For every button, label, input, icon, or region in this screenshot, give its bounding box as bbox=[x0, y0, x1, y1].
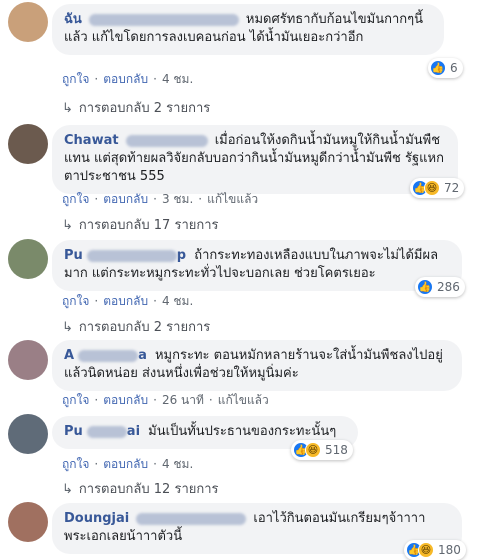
redacted-name bbox=[86, 249, 177, 262]
replies-count: การตอบกลับ 12 รายการ bbox=[78, 482, 219, 497]
comment-actions: ถูกใจ · ตอบกลับ · 4 ชม. bbox=[62, 455, 193, 474]
reply-link[interactable]: ตอบกลับ bbox=[103, 294, 148, 308]
like-link[interactable]: ถูกใจ bbox=[62, 192, 89, 206]
avatar[interactable] bbox=[8, 340, 48, 380]
avatar[interactable] bbox=[8, 2, 48, 42]
reaction-count[interactable]: 👍 😆 180 bbox=[404, 540, 466, 560]
comment-bubble: Pu p ถ้ากระทะทองเหลืองแบบในภาพจะไม่ได้มีผ… bbox=[52, 240, 462, 291]
redacted-name bbox=[86, 425, 127, 438]
timestamp[interactable]: 4 ชม. bbox=[162, 294, 193, 308]
haha-reaction-icon: 😆 bbox=[424, 180, 440, 196]
commenter-name-end[interactable]: p bbox=[177, 248, 186, 263]
separator: · bbox=[153, 72, 157, 86]
reply-arrow-icon: ↳ bbox=[62, 482, 73, 497]
timestamp[interactable]: 26 นาที bbox=[162, 393, 204, 407]
reply-link[interactable]: ตอบกลับ bbox=[103, 72, 148, 86]
haha-reaction-icon: 😆 bbox=[305, 442, 321, 458]
commenter-name-end[interactable]: ai bbox=[127, 424, 140, 439]
reaction-count-value: 72 bbox=[444, 181, 460, 195]
redacted-name bbox=[78, 349, 139, 362]
view-replies-link[interactable]: ↳ การตอบกลับ 2 รายการ bbox=[62, 97, 210, 118]
separator: · bbox=[208, 393, 213, 407]
commenter-name[interactable]: Pu bbox=[64, 248, 83, 263]
reply-arrow-icon: ↳ bbox=[62, 320, 73, 335]
reaction-count[interactable]: 👍 😆 72 bbox=[410, 178, 465, 198]
replies-count: การตอบกลับ 2 รายการ bbox=[78, 320, 211, 335]
comment-actions: ถูกใจ · ตอบกลับ · 4 ชม. bbox=[62, 70, 193, 89]
separator: · bbox=[94, 192, 99, 206]
commenter-name[interactable]: Chawat bbox=[64, 133, 119, 148]
reaction-count-value: 6 bbox=[450, 61, 458, 75]
avatar[interactable] bbox=[8, 502, 48, 542]
timestamp[interactable]: 4 ชม. bbox=[162, 72, 193, 86]
redacted-name bbox=[88, 13, 239, 26]
reply-link[interactable]: ตอบกลับ bbox=[103, 393, 148, 407]
comment-bubble: Aa หมูกระทะ ตอนหมักหลายร้านจะใส่น้ำมันพื… bbox=[52, 340, 462, 391]
like-reaction-icon: 👍 bbox=[417, 279, 433, 295]
commenter-name[interactable]: A bbox=[64, 348, 74, 363]
separator: · bbox=[153, 393, 157, 407]
comment-text: มันเป็นทั้นประธานของกระทะนั้นๆ bbox=[148, 424, 337, 439]
comment-bubble: Chawat เมื่อก่อนให้งดกินน้ำมันหมูให้กินน… bbox=[52, 125, 458, 194]
comment-bubble: Doungjai เอาไว้กินตอนมันเกรียมๆจ้าาาา พร… bbox=[52, 503, 462, 554]
view-replies-link[interactable]: ↳ การตอบกลับ 17 รายการ bbox=[62, 214, 219, 235]
reply-arrow-icon: ↳ bbox=[62, 218, 73, 233]
commenter-name[interactable]: Pu bbox=[64, 424, 83, 439]
like-link[interactable]: ถูกใจ bbox=[62, 294, 89, 308]
like-link[interactable]: ถูกใจ bbox=[62, 393, 89, 407]
reply-link[interactable]: ตอบกลับ bbox=[103, 192, 148, 206]
commenter-name[interactable]: Doungjai bbox=[64, 511, 129, 526]
comment-bubble: ฉัน หมดศรัทธากับก้อนไขมันกากๆนี้แล้ว แก้… bbox=[52, 4, 444, 55]
timestamp[interactable]: 3 ชม. bbox=[162, 192, 193, 206]
reaction-count-value: 180 bbox=[438, 543, 461, 557]
reaction-count[interactable]: 👍 286 bbox=[415, 277, 465, 297]
commenter-name-end[interactable]: a bbox=[138, 348, 147, 363]
separator: · bbox=[153, 457, 157, 471]
like-link[interactable]: ถูกใจ bbox=[62, 457, 89, 471]
separator: · bbox=[94, 393, 99, 407]
timestamp[interactable]: 4 ชม. bbox=[162, 457, 193, 471]
reaction-count-value: 286 bbox=[437, 280, 460, 294]
reply-link[interactable]: ตอบกลับ bbox=[103, 457, 148, 471]
comment-text: เมื่อก่อนให้งดกินน้ำมันหมูให้กินน้ำมันพื… bbox=[64, 133, 444, 184]
edited-label[interactable]: แก้ไขแล้ว bbox=[218, 393, 269, 407]
comment-actions: ถูกใจ · ตอบกลับ · 26 นาที · แก้ไขแล้ว bbox=[62, 391, 269, 410]
like-reaction-icon: 👍 bbox=[430, 60, 446, 76]
edited-label[interactable]: แก้ไขแล้ว bbox=[207, 192, 258, 206]
replies-count: การตอบกลับ 2 รายการ bbox=[78, 101, 211, 116]
avatar[interactable] bbox=[8, 239, 48, 279]
separator: · bbox=[94, 72, 99, 86]
like-link[interactable]: ถูกใจ bbox=[62, 72, 89, 86]
redacted-name bbox=[136, 512, 247, 525]
avatar[interactable] bbox=[8, 414, 48, 454]
reaction-count-value: 518 bbox=[325, 443, 348, 457]
reaction-count[interactable]: 👍 😆 518 bbox=[291, 440, 353, 460]
replies-count: การตอบกลับ 17 รายการ bbox=[78, 218, 219, 233]
view-replies-link[interactable]: ↳ การตอบกลับ 2 รายการ bbox=[62, 316, 210, 337]
separator: · bbox=[198, 192, 203, 206]
redacted-name bbox=[125, 134, 208, 147]
separator: · bbox=[94, 457, 99, 471]
commenter-name[interactable]: ฉัน bbox=[64, 12, 82, 27]
reply-arrow-icon: ↳ bbox=[62, 101, 73, 116]
comment-actions: ถูกใจ · ตอบกลับ · 3 ชม. · แก้ไขแล้ว bbox=[62, 190, 258, 209]
separator: · bbox=[94, 294, 99, 308]
separator: · bbox=[153, 294, 157, 308]
reaction-count[interactable]: 👍 6 bbox=[428, 58, 463, 78]
comment-actions: ถูกใจ · ตอบกลับ · 4 ชม. bbox=[62, 292, 193, 311]
avatar[interactable] bbox=[8, 124, 48, 164]
separator: · bbox=[153, 192, 157, 206]
haha-reaction-icon: 😆 bbox=[418, 542, 434, 558]
view-replies-link[interactable]: ↳ การตอบกลับ 12 รายการ bbox=[62, 478, 219, 499]
